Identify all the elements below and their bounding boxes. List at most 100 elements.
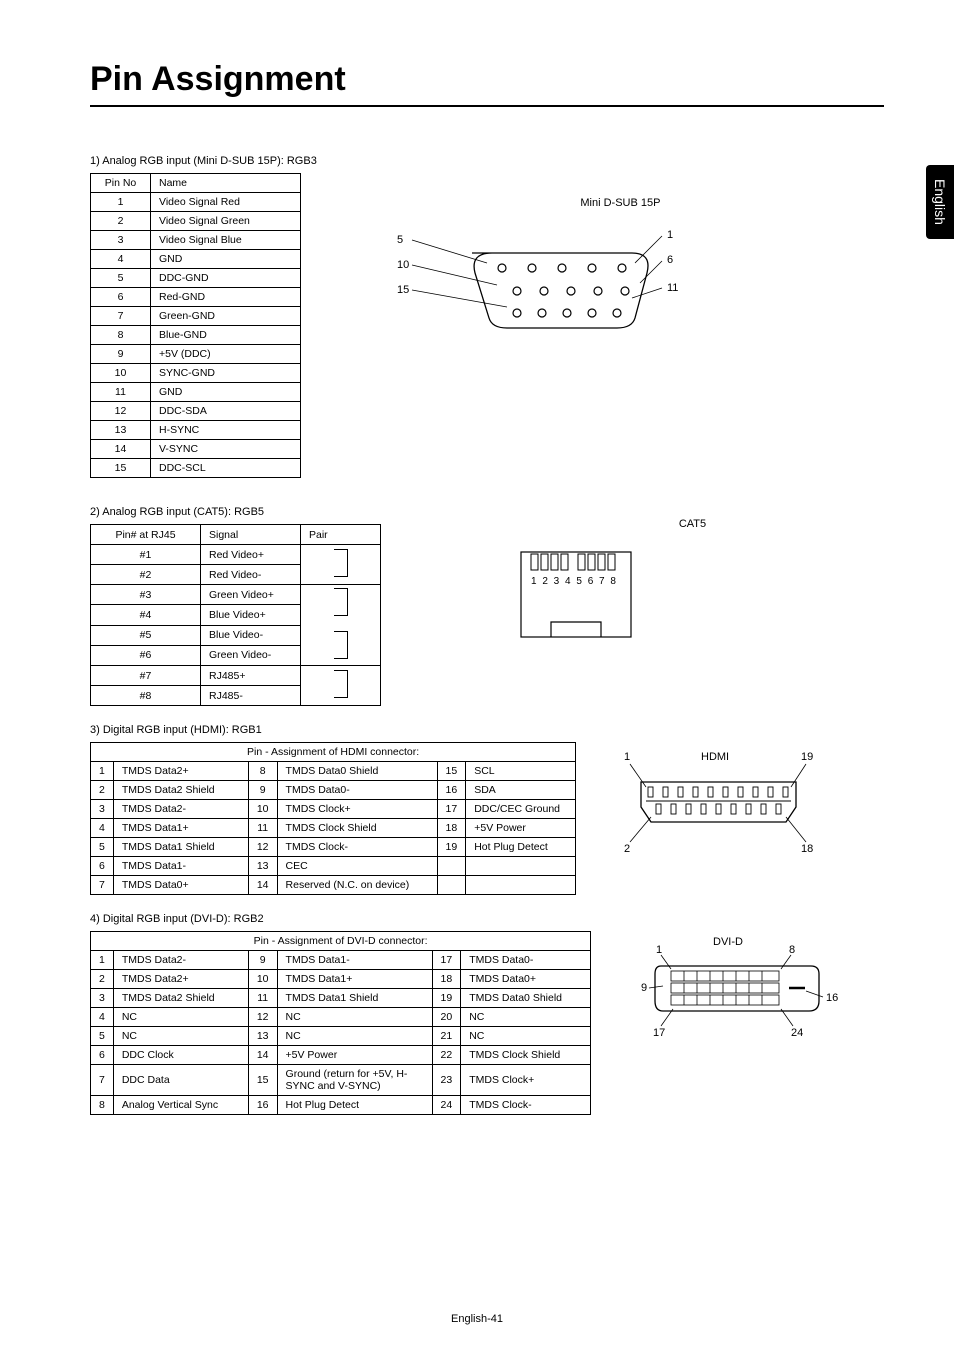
page-footer: English-41 xyxy=(0,1313,954,1325)
language-tab: English xyxy=(926,165,954,239)
table-cell: TMDS Data1- xyxy=(277,951,432,970)
table-cell: TMDS Data1 Shield xyxy=(113,838,248,857)
table-cell: Analog Vertical Sync xyxy=(113,1096,248,1115)
table-rgb5: Pin# at RJ45 Signal Pair #1Red Video+ #2… xyxy=(90,524,381,706)
table-cell: 3 xyxy=(91,231,151,250)
table-cell: 18 xyxy=(437,819,466,838)
table-cell: 3 xyxy=(91,800,114,819)
table-cell: 5 xyxy=(91,269,151,288)
svg-text:2: 2 xyxy=(624,843,630,855)
table-cell: TMDS Clock- xyxy=(277,838,437,857)
table-rgb3: Pin NoName 1Video Signal Red2Video Signa… xyxy=(90,173,301,478)
table-cell: 17 xyxy=(432,951,461,970)
table-cell: 14 xyxy=(91,440,151,459)
svg-text:11: 11 xyxy=(667,282,678,294)
svg-text:HDMI: HDMI xyxy=(701,751,729,763)
table-cell: H-SYNC xyxy=(151,421,301,440)
table-cell: 13 xyxy=(248,857,277,876)
table-cell: 11 xyxy=(248,989,277,1008)
table-cell: 12 xyxy=(248,1008,277,1027)
table-cell xyxy=(466,857,576,876)
diagram-dsub: 5 10 15 1 6 11 xyxy=(357,223,697,363)
table-cell: SDA xyxy=(466,781,576,800)
section2-label: 2) Analog RGB input (CAT5): RGB5 xyxy=(90,506,381,518)
table-cell: 9 xyxy=(248,781,277,800)
table-cell: 12 xyxy=(248,838,277,857)
svg-text:9: 9 xyxy=(641,982,647,994)
table-cell: TMDS Data1+ xyxy=(277,970,432,989)
table-cell: 18 xyxy=(432,970,461,989)
table-cell: 19 xyxy=(432,989,461,1008)
table-cell: TMDS Data1- xyxy=(113,857,248,876)
table-cell xyxy=(437,857,466,876)
table-cell: 17 xyxy=(437,800,466,819)
table-cell: DDC-SDA xyxy=(151,402,301,421)
svg-text:17: 17 xyxy=(653,1027,665,1039)
table-cell: 7 xyxy=(91,876,114,895)
svg-text:1: 1 xyxy=(667,229,673,241)
table-cell: +5V Power xyxy=(466,819,576,838)
table-cell: 21 xyxy=(432,1027,461,1046)
table-cell: NC xyxy=(113,1008,248,1027)
table-cell: 11 xyxy=(248,819,277,838)
table-cell: CEC xyxy=(277,857,437,876)
table-cell: 15 xyxy=(91,459,151,478)
table-cell: 2 xyxy=(91,781,114,800)
table-cell: 5 xyxy=(91,1027,114,1046)
svg-text:15: 15 xyxy=(397,284,409,296)
table-cell: TMDS Data2+ xyxy=(113,762,248,781)
table-cell: 6 xyxy=(91,857,114,876)
svg-text:6: 6 xyxy=(667,254,673,266)
th: Name xyxy=(151,174,301,193)
table-cell: TMDS Data0 Shield xyxy=(277,762,437,781)
table-cell: 16 xyxy=(248,1096,277,1115)
svg-text:5: 5 xyxy=(397,234,403,246)
table-cell: NC xyxy=(113,1027,248,1046)
svg-text:18: 18 xyxy=(801,843,813,855)
table-cell: TMDS Data1+ xyxy=(113,819,248,838)
table-cell: +5V (DDC) xyxy=(151,345,301,364)
table-cell: 13 xyxy=(248,1027,277,1046)
table-cell: GND xyxy=(151,250,301,269)
svg-text:8: 8 xyxy=(789,944,795,956)
table-cell: 7 xyxy=(91,1065,114,1096)
svg-text:10: 10 xyxy=(397,259,409,271)
table-cell: TMDS Data0- xyxy=(277,781,437,800)
table-cell: GND xyxy=(151,383,301,402)
table-cell: NC xyxy=(277,1027,432,1046)
table-dvid-header: Pin - Assignment of DVI-D connector: xyxy=(91,932,591,951)
table-cell: 15 xyxy=(437,762,466,781)
table-cell: TMDS Clock+ xyxy=(461,1065,591,1096)
diagram-dvid: DVI-D 1 8 9 16 17 24 xyxy=(631,931,841,1051)
table-cell: 10 xyxy=(248,970,277,989)
table-hdmi: Pin - Assignment of HDMI connector: 1TMD… xyxy=(90,742,576,895)
table-cell: 23 xyxy=(432,1065,461,1096)
table-cell: DDC-GND xyxy=(151,269,301,288)
table-cell: Hot Plug Detect xyxy=(277,1096,432,1115)
th: Pin# at RJ45 xyxy=(91,525,201,545)
th: Pin No xyxy=(91,174,151,193)
table-cell: 9 xyxy=(91,345,151,364)
table-cell: NC xyxy=(461,1008,591,1027)
table-cell: 3 xyxy=(91,989,114,1008)
svg-text:1: 1 xyxy=(624,751,630,763)
table-cell: Ground (return for +5V, H-SYNC and V-SYN… xyxy=(277,1065,432,1096)
svg-text:1: 1 xyxy=(656,944,662,956)
table-cell: TMDS Data2 Shield xyxy=(113,781,248,800)
table-cell: 2 xyxy=(91,970,114,989)
table-cell: TMDS Data1 Shield xyxy=(277,989,432,1008)
th: Signal xyxy=(201,525,301,545)
table-cell: 15 xyxy=(248,1065,277,1096)
page-title: Pin Assignment xyxy=(90,60,884,107)
table-cell: 1 xyxy=(91,193,151,212)
table-cell: DDC Data xyxy=(113,1065,248,1096)
table-cell: TMDS Data2 Shield xyxy=(113,989,248,1008)
table-cell: 19 xyxy=(437,838,466,857)
table-cell: V-SYNC xyxy=(151,440,301,459)
section3-label: 3) Digital RGB input (HDMI): RGB1 xyxy=(90,724,884,736)
table-cell: 4 xyxy=(91,819,114,838)
table-cell: TMDS Data0+ xyxy=(461,970,591,989)
svg-text:DVI-D: DVI-D xyxy=(713,936,743,948)
table-cell: 12 xyxy=(91,402,151,421)
table-cell: TMDS Data2- xyxy=(113,800,248,819)
